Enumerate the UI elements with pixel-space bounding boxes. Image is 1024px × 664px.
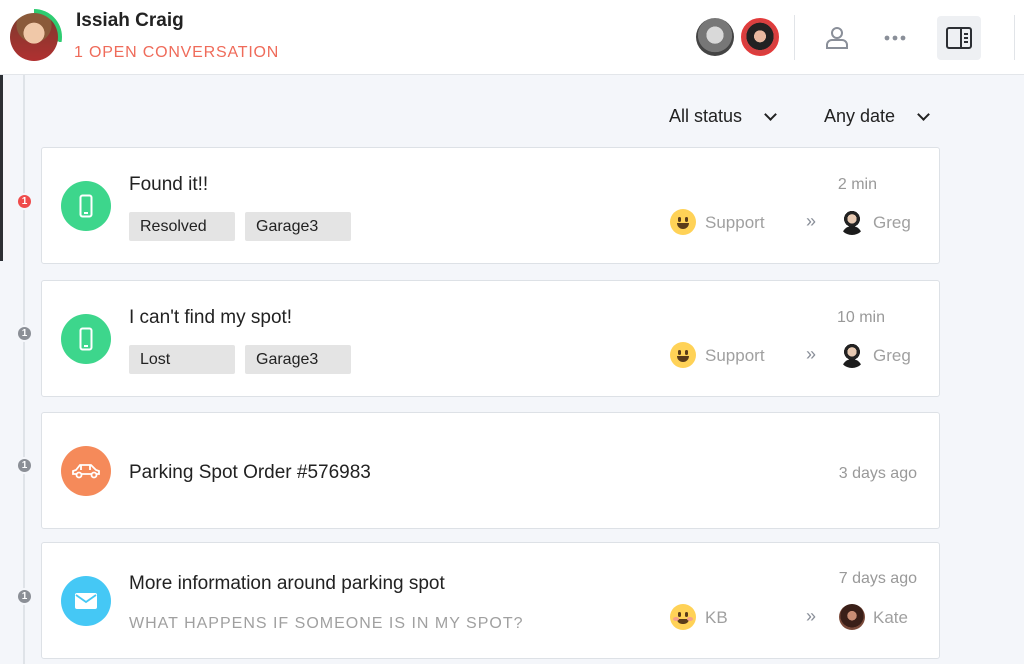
car-icon bbox=[72, 464, 100, 479]
team-name: Support bbox=[705, 213, 765, 232]
status-filter-label: All status bbox=[669, 106, 743, 126]
message-preview: WHAT HAPPENS IF SOMEONE IS IN MY SPOT? bbox=[129, 615, 524, 632]
tag-garage[interactable]: Garage3 bbox=[245, 345, 351, 374]
agent-avatar[interactable] bbox=[839, 209, 865, 235]
header-divider-right bbox=[1014, 15, 1015, 60]
customer-name: Issiah Craig bbox=[76, 10, 184, 31]
order-channel-badge bbox=[61, 446, 111, 496]
chevron-down-icon bbox=[917, 107, 930, 121]
more-dots-icon bbox=[884, 35, 906, 41]
more-options-button[interactable] bbox=[873, 16, 917, 60]
toggle-sidebar-button[interactable] bbox=[937, 16, 981, 60]
user-profile-button[interactable] bbox=[815, 16, 859, 60]
grinning-face-icon bbox=[670, 342, 696, 368]
conversation-title: I can't find my spot! bbox=[129, 307, 293, 328]
agent-name: Kate bbox=[873, 608, 908, 627]
grinning-face-icon bbox=[670, 209, 696, 235]
agent-avatar[interactable] bbox=[839, 604, 865, 630]
count-badge: 1 bbox=[16, 325, 33, 342]
participant-avatar-active[interactable] bbox=[741, 18, 779, 56]
mail-icon bbox=[75, 593, 97, 609]
assigned-to-arrow-icon: » bbox=[806, 211, 817, 231]
date-filter-label: Any date bbox=[824, 106, 896, 126]
phone-icon bbox=[79, 327, 93, 351]
conversation-title: More information around parking spot bbox=[129, 573, 445, 594]
team-name: Support bbox=[705, 346, 765, 365]
participant-avatar[interactable] bbox=[696, 18, 734, 56]
assigned-to-arrow-icon: » bbox=[806, 606, 817, 626]
conversation-card[interactable]: I can't find my spot! Lost Garage3 10 mi… bbox=[41, 280, 940, 397]
selected-indicator bbox=[0, 75, 3, 261]
chevron-down-icon bbox=[764, 107, 777, 121]
count-badge: 1 bbox=[16, 588, 33, 605]
agent-avatar[interactable] bbox=[839, 342, 865, 368]
conversation-time: 7 days ago bbox=[838, 570, 917, 587]
phone-channel-badge bbox=[61, 314, 111, 364]
header-divider bbox=[794, 15, 795, 60]
conversation-card[interactable]: Parking Spot Order #576983 3 days ago bbox=[41, 412, 940, 529]
conversation-card[interactable]: More information around parking spot WHA… bbox=[41, 542, 940, 659]
customer-avatar[interactable] bbox=[6, 9, 62, 65]
assigned-to-arrow-icon: » bbox=[806, 344, 817, 364]
agent-name: Greg bbox=[873, 213, 911, 232]
conversation-time: 2 min bbox=[837, 176, 877, 193]
tag-garage[interactable]: Garage3 bbox=[245, 212, 351, 241]
timeline-line bbox=[23, 75, 25, 664]
conversation-card[interactable]: Found it!! Resolved Garage3 2 min Suppor… bbox=[41, 147, 940, 264]
user-icon bbox=[826, 27, 848, 49]
phone-channel-badge bbox=[61, 181, 111, 231]
conversation-title: Parking Spot Order #576983 bbox=[129, 462, 371, 483]
smiling-face-icon bbox=[670, 604, 696, 630]
conversation-header: Issiah Craig 1 OPEN CONVERSATION bbox=[0, 0, 1024, 75]
email-channel-badge bbox=[61, 576, 111, 626]
conversation-time: 10 min bbox=[836, 309, 885, 326]
conversation-time: 3 days ago bbox=[838, 465, 917, 482]
open-conversation-count[interactable]: 1 OPEN CONVERSATION bbox=[74, 44, 279, 62]
agent-name: Greg bbox=[873, 346, 911, 365]
team-name: KB bbox=[705, 608, 728, 627]
phone-icon bbox=[79, 194, 93, 218]
unread-badge: 1 bbox=[16, 193, 33, 210]
tag-lost[interactable]: Lost bbox=[129, 345, 235, 374]
date-filter-dropdown[interactable]: Any date bbox=[824, 106, 930, 127]
conversation-title: Found it!! bbox=[129, 174, 209, 195]
sidebar-panel-icon bbox=[946, 27, 972, 49]
count-badge: 1 bbox=[16, 457, 33, 474]
status-filter-dropdown[interactable]: All status bbox=[669, 106, 777, 127]
tag-resolved[interactable]: Resolved bbox=[129, 212, 235, 241]
